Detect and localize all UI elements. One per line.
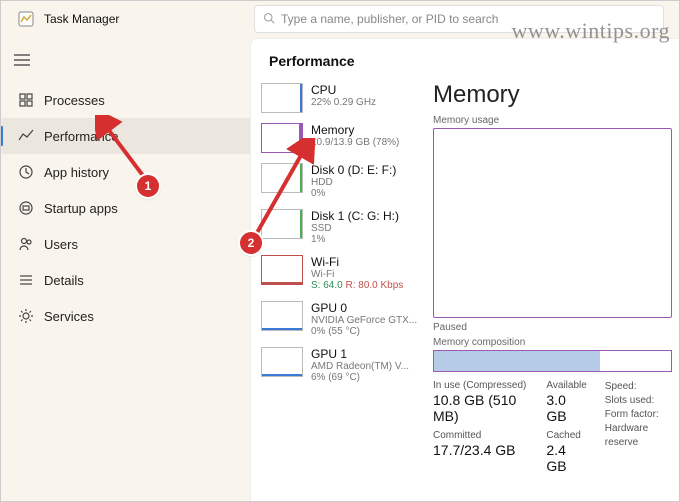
sidebar-item-users[interactable]: Users	[0, 226, 250, 262]
sidebar-item-performance[interactable]: Performance	[0, 118, 250, 154]
stat-label: In use (Compressed)	[433, 380, 528, 391]
details-icon	[12, 272, 40, 288]
perf-row-sub: NVIDIA GeForce GTX...	[311, 315, 417, 326]
perf-row-gpu1[interactable]: GPU 1AMD Radeon(TM) V...6% (69 °C)	[257, 343, 423, 387]
performance-icon	[12, 128, 40, 144]
sidebar-item-label: Details	[44, 273, 84, 288]
perf-row-sub: 10.9/13.9 GB (78%)	[311, 137, 399, 148]
sidebar-item-label: Processes	[44, 93, 105, 108]
perf-row-title: Wi-Fi	[311, 255, 403, 269]
perf-row-disk1[interactable]: Disk 1 (C: G: H:)SSD1%	[257, 205, 423, 249]
perf-row-title: CPU	[311, 83, 376, 97]
perf-row-cpu[interactable]: CPU22% 0.29 GHz	[257, 79, 423, 117]
stat-value: 2.4 GB	[546, 442, 586, 474]
window-title: Task Manager	[44, 12, 119, 26]
detail-title: Memory	[433, 81, 672, 109]
memory-usage-graph	[433, 128, 672, 318]
perf-row-disk0[interactable]: Disk 0 (D: E: F:)HDD0%	[257, 159, 423, 203]
perf-row-title: GPU 1	[311, 347, 409, 361]
history-icon	[12, 164, 40, 180]
perf-row-title: Disk 0 (D: E: F:)	[311, 163, 396, 177]
stat-label: Committed	[433, 430, 528, 441]
stat-label: Hardware reserve	[605, 422, 672, 450]
wifi-thumb	[261, 255, 303, 285]
perf-row-sub2: 1%	[311, 234, 399, 245]
perf-row-wifi[interactable]: Wi-FiWi-FiS: 64.0 R: 80.0 Kbps	[257, 251, 423, 295]
users-icon	[12, 236, 40, 252]
disk1-thumb	[261, 209, 303, 239]
stat-label: Available	[546, 380, 586, 391]
body: Processes Performance App history Startu…	[0, 38, 680, 502]
sidebar: Processes Performance App history Startu…	[0, 38, 250, 502]
perf-row-sub: SSD	[311, 223, 399, 234]
stats: In use (Compressed) 10.8 GB (510 MB) Com…	[433, 380, 672, 474]
usage-label: Memory usage	[433, 115, 672, 126]
sidebar-item-label: Users	[44, 237, 78, 252]
sidebar-item-processes[interactable]: Processes	[0, 82, 250, 118]
search-placeholder: Type a name, publisher, or PID to search	[281, 12, 498, 26]
perf-row-sub2: 6% (69 °C)	[311, 372, 409, 383]
sidebar-item-label: Startup apps	[44, 201, 118, 216]
startup-icon	[12, 200, 40, 216]
memory-thumb	[261, 123, 303, 153]
paused-label: Paused	[433, 322, 672, 333]
search-input[interactable]: Type a name, publisher, or PID to search	[254, 5, 664, 33]
stat-value: 10.8 GB (510 MB)	[433, 392, 528, 424]
perf-row-title: Memory	[311, 123, 399, 137]
sidebar-item-services[interactable]: Services	[0, 298, 250, 334]
sidebar-item-app-history[interactable]: App history	[0, 154, 250, 190]
memory-composition-bar	[433, 350, 672, 372]
perf-row-title: GPU 0	[311, 301, 417, 315]
stat-value: 3.0 GB	[546, 392, 586, 424]
sidebar-item-details[interactable]: Details	[0, 262, 250, 298]
stat-label: Cached	[546, 430, 586, 441]
search-icon	[263, 12, 275, 27]
content: Performance CPU22% 0.29 GHz Memory10.9/1…	[250, 38, 680, 502]
stat-label: Speed:	[605, 380, 672, 394]
disk0-thumb	[261, 163, 303, 193]
perf-row-sub: 22% 0.29 GHz	[311, 97, 376, 108]
callout-badge-2: 2	[240, 232, 262, 254]
titlebar: Task Manager Type a name, publisher, or …	[0, 0, 680, 38]
perf-row-sub2: 0% (55 °C)	[311, 326, 417, 337]
perf-row-sub: Wi-Fi	[311, 269, 403, 280]
callout-badge-1: 1	[137, 175, 159, 197]
stat-in-use: In use (Compressed) 10.8 GB (510 MB) Com…	[433, 380, 528, 474]
perf-row-title: Disk 1 (C: G: H:)	[311, 209, 399, 223]
cpu-thumb	[261, 83, 303, 113]
hamburger-button[interactable]	[2, 44, 42, 76]
gpu1-thumb	[261, 347, 303, 377]
sidebar-item-label: Services	[44, 309, 94, 324]
page-title: Performance	[251, 39, 680, 77]
sidebar-item-label: Performance	[44, 129, 118, 144]
performance-list: CPU22% 0.29 GHz Memory10.9/13.9 GB (78%)…	[251, 77, 429, 502]
stat-label: Form factor:	[605, 408, 672, 422]
sidebar-item-startup-apps[interactable]: Startup apps	[0, 190, 250, 226]
task-manager-window: Task Manager Type a name, publisher, or …	[0, 0, 680, 502]
services-icon	[12, 308, 40, 324]
perf-row-sub2: 0%	[311, 188, 396, 199]
composition-label: Memory composition	[433, 337, 672, 348]
stat-available: Available 3.0 GB Cached 2.4 GB	[546, 380, 586, 474]
perf-row-gpu0[interactable]: GPU 0NVIDIA GeForce GTX...0% (55 °C)	[257, 297, 423, 341]
perf-row-memory[interactable]: Memory10.9/13.9 GB (78%)	[257, 119, 423, 157]
performance-detail: Memory Memory usage Paused Memory compos…	[429, 77, 680, 502]
app-icon	[18, 11, 34, 27]
stat-value: 17.7/23.4 GB	[433, 442, 528, 458]
perf-row-sub: HDD	[311, 177, 396, 188]
sidebar-item-label: App history	[44, 165, 109, 180]
stat-extra: Speed: Slots used: Form factor: Hardware…	[605, 380, 672, 474]
stat-label: Slots used:	[605, 394, 672, 408]
gpu0-thumb	[261, 301, 303, 331]
perf-row-sub: AMD Radeon(TM) V...	[311, 361, 409, 372]
processes-icon	[12, 92, 40, 108]
perf-row-sub2: S: 64.0 R: 80.0 Kbps	[311, 280, 403, 291]
